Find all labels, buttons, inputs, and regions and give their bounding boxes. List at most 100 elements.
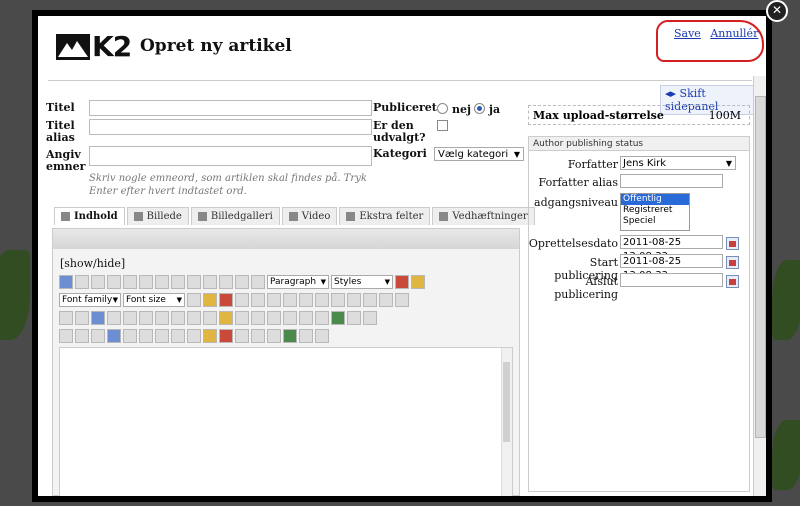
readmore-icon[interactable] bbox=[251, 329, 265, 343]
font-family-select[interactable]: Font family ▼ bbox=[59, 293, 121, 307]
insert-text-icon[interactable] bbox=[171, 329, 185, 343]
abbr-icon[interactable] bbox=[123, 329, 137, 343]
copy-icon[interactable] bbox=[235, 293, 249, 307]
calendar-icon[interactable] bbox=[726, 237, 739, 250]
grid-icon[interactable] bbox=[59, 329, 73, 343]
publish-up-input[interactable]: 2011-08-25 13:08:33 bbox=[620, 254, 723, 281]
tab-billede[interactable]: Billede bbox=[126, 207, 189, 225]
modal-scrollbar[interactable] bbox=[753, 76, 766, 496]
table-icon[interactable] bbox=[235, 311, 249, 325]
new-document-icon[interactable] bbox=[75, 275, 89, 289]
cut-icon[interactable] bbox=[219, 293, 233, 307]
underline-icon[interactable] bbox=[155, 275, 169, 289]
find-icon[interactable] bbox=[187, 311, 201, 325]
special-char-icon[interactable] bbox=[379, 293, 393, 307]
tab-ekstra-felter[interactable]: Ekstra felter bbox=[339, 207, 431, 225]
move-forward-icon[interactable] bbox=[123, 311, 137, 325]
subscript-icon[interactable] bbox=[331, 293, 345, 307]
bold-icon[interactable] bbox=[123, 275, 137, 289]
editor-scrollbar[interactable] bbox=[501, 348, 512, 496]
visual-aid-icon[interactable] bbox=[363, 311, 377, 325]
horizontal-rule-icon[interactable] bbox=[395, 293, 409, 307]
paste-word-icon[interactable] bbox=[283, 293, 297, 307]
attribs-icon[interactable] bbox=[187, 329, 201, 343]
author-alias-input[interactable] bbox=[620, 174, 723, 188]
text-color-icon[interactable] bbox=[187, 293, 201, 307]
access-level-listbox[interactable]: Offentlig Registreret Speciel bbox=[620, 193, 690, 231]
align-center-icon[interactable] bbox=[203, 275, 217, 289]
show-hide-toggle[interactable]: [show/hide] bbox=[60, 257, 125, 270]
styles-select[interactable]: Styles ▼ bbox=[331, 275, 393, 289]
access-option[interactable]: Offentlig bbox=[621, 194, 689, 205]
link-icon[interactable] bbox=[363, 293, 377, 307]
author-select[interactable]: Jens Kirk ▼ bbox=[620, 156, 736, 170]
spellcheck-icon[interactable] bbox=[283, 329, 297, 343]
alias-input[interactable] bbox=[89, 119, 372, 135]
clean-icon[interactable] bbox=[411, 275, 425, 289]
access-option[interactable]: Speciel bbox=[621, 216, 689, 227]
calendar-icon[interactable] bbox=[726, 275, 739, 288]
publish-down-input[interactable] bbox=[620, 273, 723, 287]
bullet-list-icon[interactable] bbox=[315, 293, 329, 307]
print-icon[interactable] bbox=[171, 311, 185, 325]
font-size-select[interactable]: Font size ▼ bbox=[123, 293, 185, 307]
ltr-icon[interactable] bbox=[59, 311, 73, 325]
delete-text-icon[interactable] bbox=[155, 329, 169, 343]
fullscreen-icon[interactable] bbox=[219, 311, 233, 325]
align-left-icon[interactable] bbox=[187, 275, 201, 289]
calendar-icon[interactable] bbox=[726, 256, 739, 269]
insert-image-icon[interactable] bbox=[91, 311, 105, 325]
numbered-list-icon[interactable] bbox=[299, 293, 313, 307]
table-props-icon[interactable] bbox=[331, 311, 345, 325]
tags-input[interactable] bbox=[89, 146, 372, 166]
italic-icon[interactable] bbox=[139, 275, 153, 289]
table-split-icon[interactable] bbox=[299, 311, 313, 325]
pagebreak-icon[interactable] bbox=[219, 329, 233, 343]
table-cell-icon[interactable] bbox=[347, 311, 361, 325]
tab-indhold[interactable]: Indhold bbox=[54, 207, 125, 225]
media-icon[interactable] bbox=[91, 329, 105, 343]
move-backward-icon[interactable] bbox=[139, 311, 153, 325]
category-select[interactable]: Vælg kategori ▼ bbox=[434, 147, 524, 161]
align-justify-icon[interactable] bbox=[235, 275, 249, 289]
replace-icon[interactable] bbox=[203, 311, 217, 325]
acronym-icon[interactable] bbox=[139, 329, 153, 343]
code-icon[interactable] bbox=[299, 329, 313, 343]
help-icon[interactable] bbox=[59, 275, 73, 289]
title-input[interactable] bbox=[89, 100, 372, 116]
align-right-icon[interactable] bbox=[219, 275, 233, 289]
highlight-color-icon[interactable] bbox=[203, 293, 217, 307]
nonbreaking-icon[interactable] bbox=[235, 329, 249, 343]
paste-icon[interactable] bbox=[251, 293, 265, 307]
tab-video[interactable]: Video bbox=[281, 207, 338, 225]
close-icon[interactable]: ✕ bbox=[766, 0, 788, 22]
paragraph-icon[interactable] bbox=[75, 329, 89, 343]
redo-icon[interactable] bbox=[107, 275, 121, 289]
published-no-radio[interactable] bbox=[437, 103, 448, 114]
strikethrough-icon[interactable] bbox=[171, 275, 185, 289]
table-row-icon[interactable] bbox=[251, 311, 265, 325]
superscript-icon[interactable] bbox=[347, 293, 361, 307]
undo-icon[interactable] bbox=[91, 275, 105, 289]
preview-icon[interactable] bbox=[267, 329, 281, 343]
paste-text-icon[interactable] bbox=[267, 293, 281, 307]
table-col-icon[interactable] bbox=[267, 311, 281, 325]
font-style-icon[interactable] bbox=[107, 329, 121, 343]
rtl-icon[interactable] bbox=[75, 311, 89, 325]
template-icon[interactable] bbox=[203, 329, 217, 343]
tab-vedhaeftninger[interactable]: Vedhæftninger bbox=[432, 207, 535, 225]
format-select[interactable]: Paragraph ▼ bbox=[267, 275, 329, 289]
eraser-icon[interactable] bbox=[395, 275, 409, 289]
featured-checkbox[interactable] bbox=[437, 120, 448, 131]
html-icon[interactable] bbox=[315, 329, 329, 343]
modal-scroll-thumb[interactable] bbox=[755, 96, 766, 438]
access-option[interactable]: Registreret bbox=[621, 205, 689, 216]
published-yes-radio[interactable] bbox=[474, 103, 485, 114]
tab-billedgalleri[interactable]: Billedgalleri bbox=[190, 207, 280, 225]
table-merge-icon[interactable] bbox=[283, 311, 297, 325]
created-date-input[interactable]: 2011-08-25 13:08:33 bbox=[620, 235, 723, 262]
absolute-icon[interactable] bbox=[155, 311, 169, 325]
editor-scroll-thumb[interactable] bbox=[503, 362, 510, 442]
quote-icon[interactable] bbox=[251, 275, 265, 289]
insert-layer-icon[interactable] bbox=[107, 311, 121, 325]
